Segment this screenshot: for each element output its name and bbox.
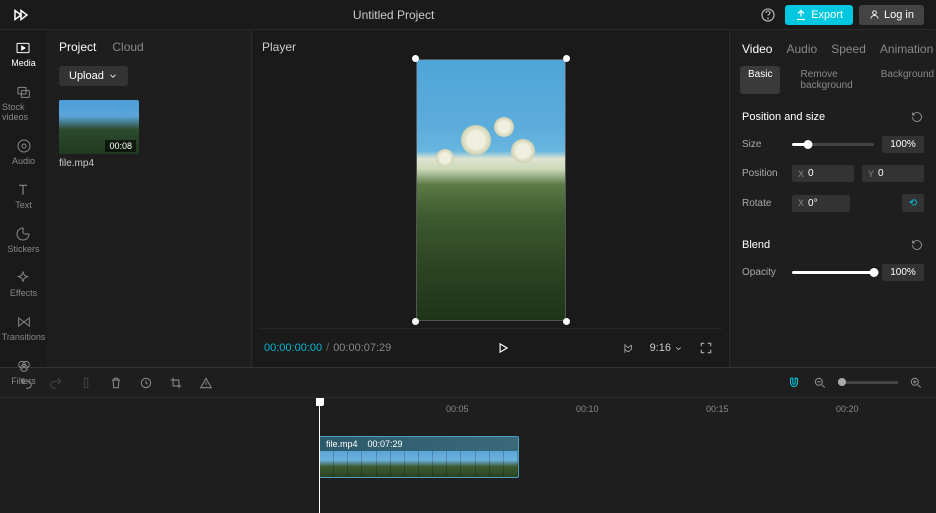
media-icon: [15, 40, 31, 56]
section-blend: Blend: [742, 239, 770, 251]
playhead[interactable]: [319, 398, 320, 513]
login-button[interactable]: Log in: [859, 5, 924, 25]
delete-icon[interactable]: [108, 375, 124, 391]
position-y-input[interactable]: Y0: [862, 165, 924, 182]
quality-icon[interactable]: [616, 337, 638, 359]
crop-icon[interactable]: [168, 375, 184, 391]
media-filename: file.mp4: [59, 158, 239, 169]
position-x-input[interactable]: X0: [792, 165, 854, 182]
magnet-icon[interactable]: [786, 375, 802, 391]
effects-icon: [15, 270, 31, 286]
opacity-value[interactable]: 100%: [882, 264, 924, 281]
chevron-down-icon: [108, 71, 118, 81]
audio-icon: [16, 138, 32, 154]
zoom-in-icon[interactable]: [908, 375, 924, 391]
sidebar-item-effects[interactable]: Effects: [8, 268, 39, 300]
speed-icon[interactable]: [138, 375, 154, 391]
stickers-icon: [15, 226, 31, 242]
tab-animation[interactable]: Animation: [880, 42, 933, 56]
tab-video[interactable]: Video: [742, 42, 772, 56]
section-position-size: Position and size: [742, 111, 825, 123]
size-slider[interactable]: [792, 143, 874, 146]
aspect-ratio-select[interactable]: 9:16: [650, 342, 683, 354]
opacity-slider[interactable]: [792, 271, 874, 274]
zoom-out-icon[interactable]: [812, 375, 828, 391]
transitions-icon: [16, 314, 32, 330]
player-label: Player: [260, 40, 721, 54]
sidebar-item-transitions[interactable]: Transitions: [0, 312, 47, 344]
upload-button[interactable]: Upload: [59, 66, 128, 86]
subtab-basic[interactable]: Basic: [740, 66, 780, 94]
project-title[interactable]: Untitled Project: [353, 8, 434, 22]
media-thumbnail: 00:08: [59, 100, 139, 154]
timeline-ruler[interactable]: 00:05 00:10 00:15 00:20: [316, 398, 936, 420]
sidebar-item-stock[interactable]: Stock videos: [0, 82, 47, 124]
stock-icon: [16, 84, 32, 100]
timeline-clip[interactable]: file.mp4 00:07:29: [319, 436, 519, 478]
size-value[interactable]: 100%: [882, 136, 924, 153]
sidebar-item-text[interactable]: Text: [13, 180, 34, 212]
redo-icon[interactable]: [48, 375, 64, 391]
tab-cloud[interactable]: Cloud: [112, 40, 143, 54]
app-logo[interactable]: [12, 6, 30, 24]
split-icon[interactable]: [78, 375, 94, 391]
undo-icon[interactable]: [18, 375, 34, 391]
reset-position-icon[interactable]: [910, 110, 924, 124]
tab-audio[interactable]: Audio: [786, 42, 817, 56]
subtab-remove-bg[interactable]: Remove background: [792, 66, 860, 94]
resize-handle-tl[interactable]: [412, 55, 419, 62]
text-icon: [15, 182, 31, 198]
resize-handle-tr[interactable]: [563, 55, 570, 62]
subtab-background[interactable]: Background: [873, 66, 936, 94]
flip-button[interactable]: ⟲: [902, 194, 924, 212]
play-button[interactable]: [492, 337, 514, 359]
warning-icon[interactable]: [198, 375, 214, 391]
tab-speed[interactable]: Speed: [831, 42, 866, 56]
tab-project[interactable]: Project: [59, 40, 96, 54]
time-display: 00:00:00:00/00:00:07:29: [264, 342, 391, 354]
sidebar-item-audio[interactable]: Audio: [10, 136, 37, 168]
zoom-slider[interactable]: [838, 381, 898, 384]
rotate-input[interactable]: X0°: [792, 195, 850, 212]
reset-blend-icon[interactable]: [910, 238, 924, 252]
media-item[interactable]: 00:08 file.mp4: [59, 100, 239, 169]
help-icon[interactable]: [757, 4, 779, 26]
export-button[interactable]: Export: [785, 5, 853, 25]
sidebar-item-stickers[interactable]: Stickers: [5, 224, 41, 256]
fullscreen-icon[interactable]: [695, 337, 717, 359]
sidebar-item-media[interactable]: Media: [9, 38, 38, 70]
resize-handle-br[interactable]: [563, 318, 570, 325]
video-track[interactable]: file.mp4 00:07:29: [316, 436, 936, 478]
resize-handle-bl[interactable]: [412, 318, 419, 325]
player-canvas[interactable]: [416, 59, 566, 321]
